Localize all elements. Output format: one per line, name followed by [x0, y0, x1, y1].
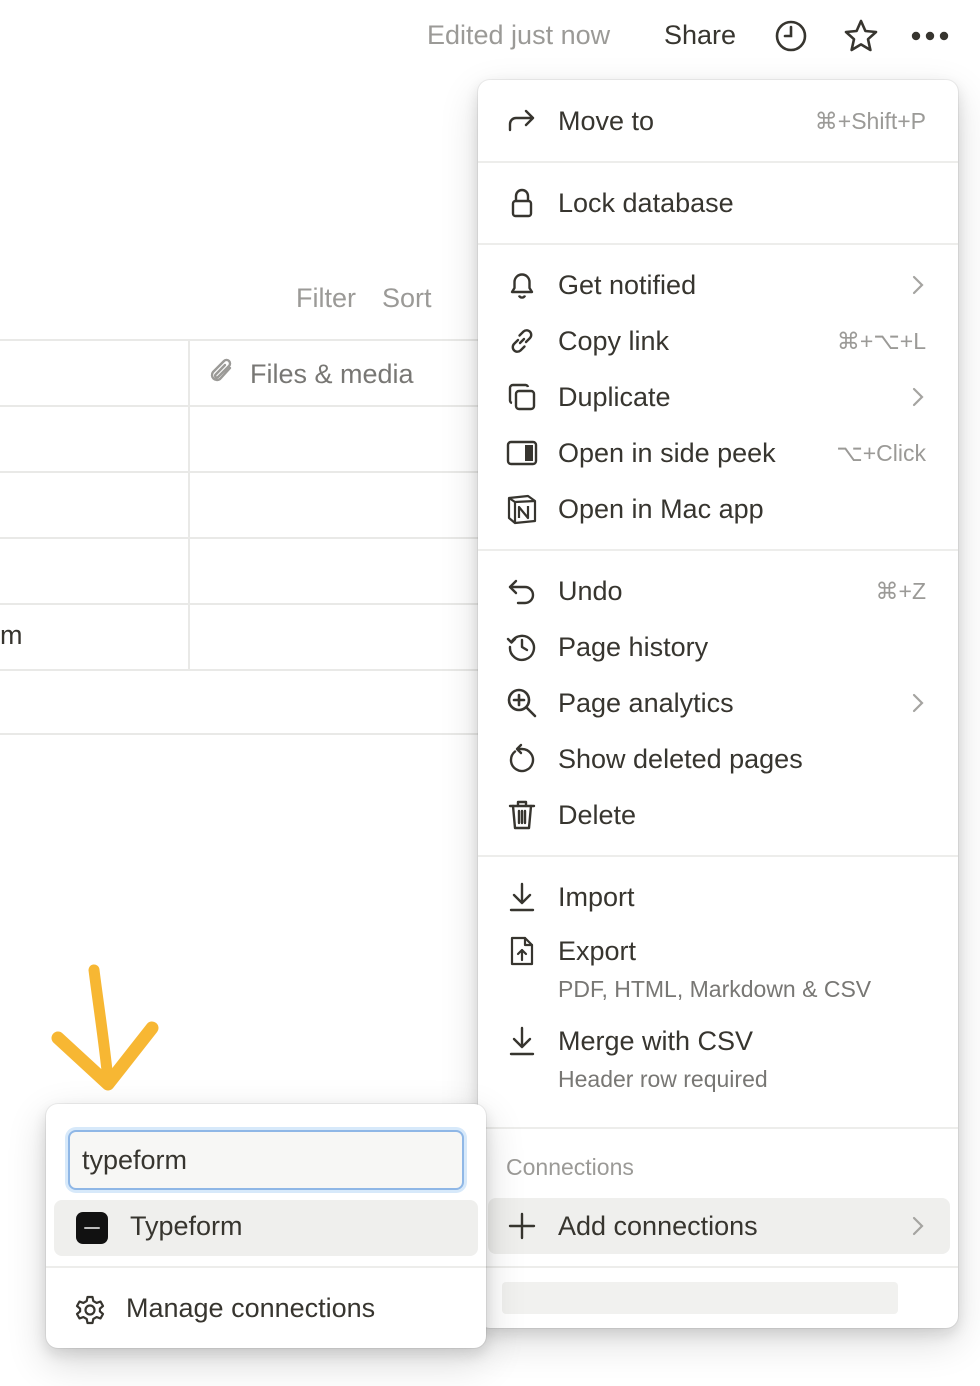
chevron-right-icon: [908, 1216, 928, 1236]
plus-icon: [504, 1208, 540, 1244]
menu-item-merge-csv[interactable]: Merge with CSV: [478, 1014, 958, 1068]
filter-button[interactable]: Filter: [296, 283, 356, 313]
connections-section-label: Connections: [506, 1154, 634, 1180]
connection-result-typeform[interactable]: Typeform: [54, 1200, 478, 1256]
table-border: [0, 339, 480, 341]
table-cell[interactable]: m: [0, 620, 23, 651]
menu-item-add-connections[interactable]: Add connections: [478, 1199, 958, 1253]
menu-item-merge-description: Header row required: [558, 1066, 768, 1092]
connections-search-input[interactable]: [68, 1130, 464, 1190]
link-icon: [504, 323, 540, 359]
lock-icon: [504, 185, 540, 221]
trash-icon: [504, 797, 540, 833]
faded-menu-item: [502, 1282, 898, 1314]
manage-connections-button[interactable]: Manage connections: [46, 1280, 486, 1336]
side-peek-icon: [504, 435, 540, 471]
menu-divider: [478, 855, 958, 857]
menu-item-undo[interactable]: Undo ⌘+Z: [478, 564, 958, 618]
table-border: [0, 471, 480, 473]
duplicate-icon: [504, 379, 540, 415]
annotation-arrow-icon: [51, 964, 159, 1091]
chevron-right-icon: [908, 275, 928, 295]
export-icon: [504, 933, 540, 969]
import-icon: [504, 879, 540, 915]
column-header-files[interactable]: Files & media: [208, 356, 414, 393]
chevron-right-icon: [908, 693, 928, 713]
column-header-label: Files & media: [250, 359, 414, 389]
menu-item-side-peek[interactable]: Open in side peek ⌥+Click: [478, 426, 958, 480]
menu-item-get-notified[interactable]: Get notified: [478, 258, 958, 312]
restore-icon: [504, 741, 540, 777]
menu-item-page-history[interactable]: Page history: [478, 620, 958, 674]
page-options-menu: Move to ⌘+Shift+P Lock database Get noti…: [478, 80, 958, 1328]
clock-icon[interactable]: [771, 16, 811, 56]
menu-item-move-to[interactable]: Move to ⌘+Shift+P: [478, 94, 958, 148]
top-bar: Edited just now Share: [0, 0, 980, 76]
menu-item-duplicate[interactable]: Duplicate: [478, 370, 958, 424]
manage-connections-label: Manage connections: [126, 1293, 376, 1323]
menu-item-copy-link[interactable]: Copy link ⌘+⌥+L: [478, 314, 958, 368]
menu-divider: [478, 1127, 958, 1129]
notion-app-icon: [504, 491, 540, 527]
analytics-icon: [504, 685, 540, 721]
menu-divider: [478, 1266, 958, 1268]
typeform-logo-icon: [76, 1212, 108, 1244]
column-divider: [188, 340, 190, 670]
menu-divider: [478, 243, 958, 245]
menu-divider: [478, 549, 958, 551]
menu-item-page-analytics[interactable]: Page analytics: [478, 676, 958, 730]
table-border: [0, 733, 480, 735]
menu-divider: [478, 161, 958, 163]
menu-item-export[interactable]: Export: [478, 924, 958, 978]
menu-item-import[interactable]: Import: [478, 870, 958, 924]
move-arrow-icon: [504, 103, 540, 139]
menu-item-show-deleted[interactable]: Show deleted pages: [478, 732, 958, 786]
star-icon[interactable]: [841, 16, 881, 56]
menu-item-export-description: PDF, HTML, Markdown & CSV: [558, 976, 872, 1002]
undo-icon: [504, 573, 540, 609]
more-icon[interactable]: [910, 16, 950, 56]
table-border: [0, 603, 480, 605]
connections-popup: Typeform Manage connections: [46, 1104, 486, 1348]
connection-result-label: Typeform: [130, 1211, 243, 1241]
menu-item-lock-database[interactable]: Lock database: [478, 176, 958, 230]
table-border: [0, 537, 480, 539]
table-border: [0, 405, 480, 407]
sort-button[interactable]: Sort: [382, 283, 432, 313]
table-border: [0, 669, 480, 671]
menu-item-open-mac-app[interactable]: Open in Mac app: [478, 482, 958, 536]
bell-icon: [504, 267, 540, 303]
share-button[interactable]: Share: [664, 20, 736, 51]
paperclip-icon: [208, 356, 236, 393]
view-tools: Filter Sort: [296, 283, 458, 314]
merge-icon: [504, 1023, 540, 1059]
gear-icon: [72, 1292, 108, 1328]
menu-item-delete[interactable]: Delete: [478, 788, 958, 842]
chevron-right-icon: [908, 387, 928, 407]
history-icon: [504, 629, 540, 665]
popup-divider: [46, 1266, 486, 1268]
edited-status: Edited just now: [427, 20, 611, 50]
